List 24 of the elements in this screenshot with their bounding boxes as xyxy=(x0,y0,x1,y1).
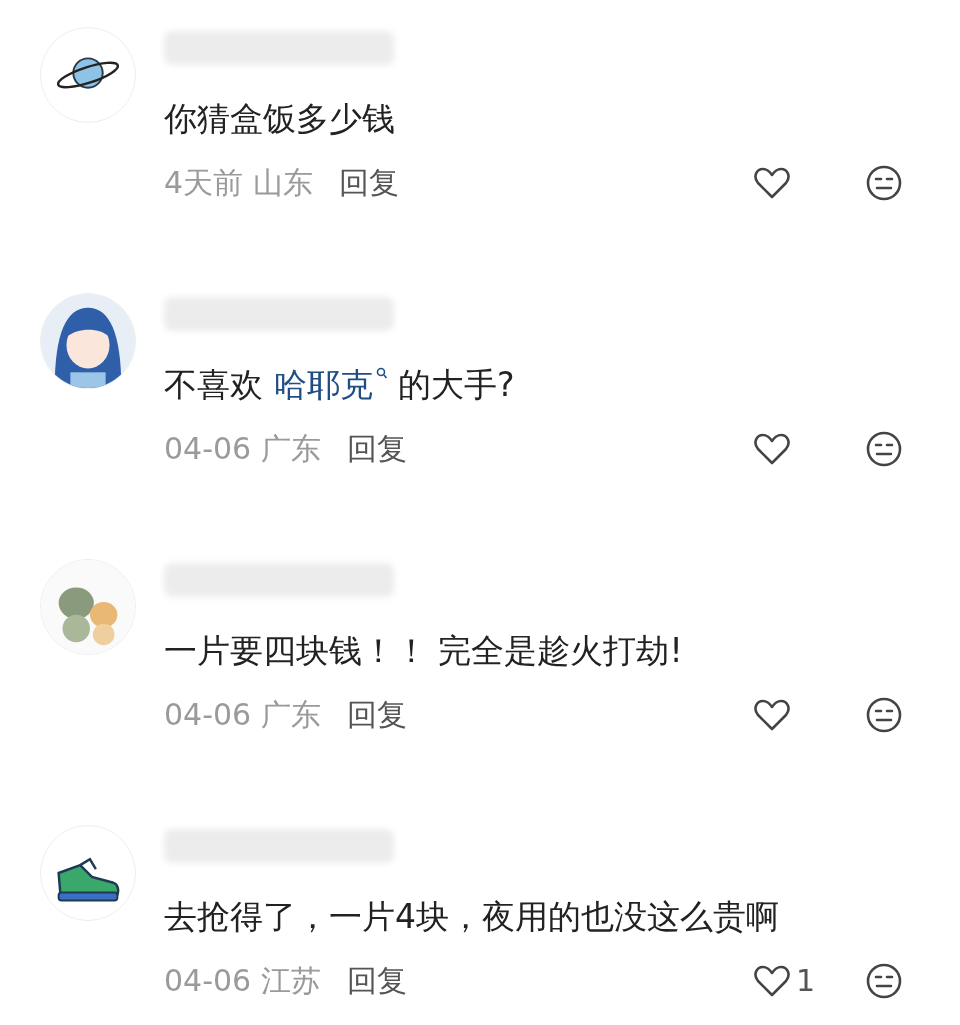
comment-time: 4天前 xyxy=(164,164,244,202)
comment-time: 04-06 xyxy=(164,962,252,1000)
comment-location: 江苏 xyxy=(261,962,322,1000)
reply-button[interactable]: 回复 xyxy=(347,695,408,735)
face-icon[interactable] xyxy=(864,429,904,469)
face-icon[interactable] xyxy=(864,163,904,203)
comment-location: 山东 xyxy=(253,164,314,202)
comment-text: 你猜盒饭多少钱 xyxy=(164,98,395,140)
reply-button[interactable]: 回复 xyxy=(347,429,408,469)
search-icon xyxy=(375,367,388,381)
like-count: 1 xyxy=(796,962,816,1000)
reply-button[interactable]: 回复 xyxy=(347,961,408,1001)
comment-text: 去抢得了，一片4块，夜用的也没这么贵啊 xyxy=(164,896,779,938)
comment-text: 一片要四块钱！！ 完全是趁火打劫! xyxy=(164,630,683,672)
face-icon[interactable] xyxy=(864,961,904,1001)
reply-button[interactable]: 回复 xyxy=(339,163,400,203)
comment-text: 的大手? xyxy=(397,364,515,406)
comment-time: 04-06 xyxy=(164,696,252,734)
face-icon[interactable] xyxy=(864,695,904,735)
comment-location: 广东 xyxy=(261,696,322,734)
keyword-link[interactable]: 哈耶克 xyxy=(273,363,373,407)
comment-text: 不喜欢 xyxy=(164,364,264,406)
comment-time: 04-06 xyxy=(164,430,252,468)
comment-location: 广东 xyxy=(261,430,322,468)
